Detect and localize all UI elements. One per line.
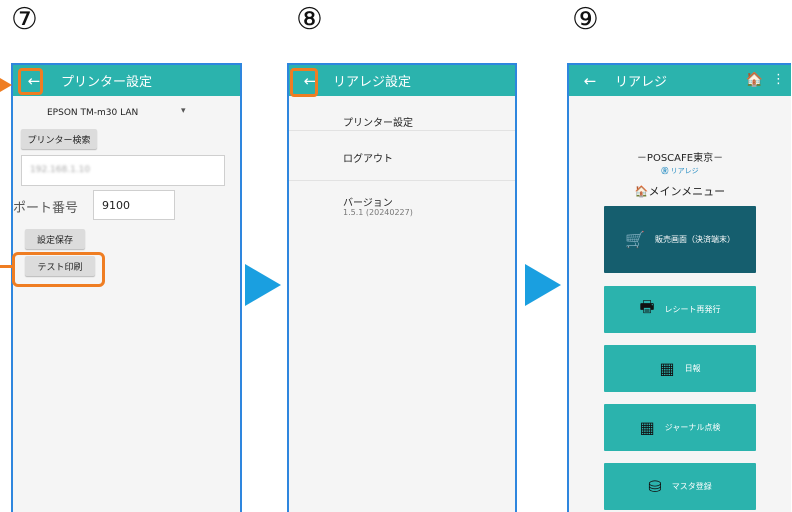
- phone-screen-printer-settings: ← プリンター設定 EPSON TM-m30 LAN ▾ プリンター検索 192…: [11, 63, 242, 512]
- cart-icon: 🛒: [625, 230, 645, 249]
- page-title: リアレジ設定: [333, 75, 412, 90]
- ip-address-value: 192.168.1.10: [30, 165, 91, 175]
- step-number-8: ⑧: [296, 2, 323, 37]
- button-label: 日報: [684, 364, 701, 373]
- port-input[interactable]: 9100: [93, 190, 175, 220]
- settings-panel: EPSON TM-m30 LAN ▾ プリンター検索 192.168.1.10 …: [13, 96, 240, 512]
- app-bar: ← リアレジ設定: [289, 65, 515, 96]
- master-registration-button[interactable]: ⛁ マスタ登録: [604, 463, 756, 510]
- step-number-9: ⑨: [572, 2, 599, 37]
- menu-item-logout[interactable]: ログアウト: [289, 146, 515, 181]
- riarezi-logo: Ⓡ リアレジ: [569, 166, 791, 176]
- journal-check-button[interactable]: ▦ ジャーナル点検: [604, 404, 756, 451]
- phone-screen-register-settings: ← リアレジ設定 プリンター設定 ログアウト バージョン 1.5.1 (2024…: [287, 63, 517, 512]
- home-icon: 🏠: [634, 185, 649, 198]
- page-title: リアレジ: [615, 75, 668, 90]
- printer-search-button[interactable]: プリンター検索: [21, 129, 97, 149]
- chevron-down-icon[interactable]: ▾: [181, 106, 186, 116]
- printer-select[interactable]: EPSON TM-m30 LAN: [47, 108, 138, 118]
- pointer-arrow-icon: [0, 78, 12, 92]
- port-label: ポート番号: [13, 201, 79, 216]
- app-bar: ← リアレジ 🏠 ⋮: [569, 65, 791, 96]
- logo-mark-icon: Ⓡ: [661, 167, 669, 175]
- database-icon: ⛁: [648, 477, 662, 496]
- receipt-reissue-button[interactable]: 🖶 レシート再発行: [604, 286, 756, 333]
- table-grid-icon: ▦: [639, 418, 655, 437]
- main-menu-panel: －POSCAFE東京－ Ⓡ リアレジ 🏠メインメニュー 🛒 販売画面（決済端末）…: [569, 96, 791, 512]
- settings-list-panel: プリンター設定 ログアウト バージョン 1.5.1 (20240227): [289, 96, 515, 512]
- daily-report-button[interactable]: ▦ 日報: [604, 345, 756, 392]
- button-label: マスタ登録: [671, 482, 712, 491]
- app-bar: ← プリンター設定: [13, 65, 240, 96]
- button-label: レシート再発行: [664, 305, 721, 314]
- page-title: プリンター設定: [61, 75, 153, 90]
- next-step-arrow-icon: [245, 264, 281, 306]
- step-number-7: ⑦: [11, 2, 38, 37]
- version-value: 1.5.1 (20240227): [343, 208, 413, 217]
- menu-item-printer-settings[interactable]: プリンター設定: [289, 96, 515, 131]
- next-step-arrow-icon: [525, 264, 561, 306]
- version-label: バージョン: [343, 198, 393, 209]
- button-label: 販売画面（決済端末）: [654, 235, 735, 244]
- back-arrow-icon[interactable]: ←: [581, 72, 599, 90]
- back-button-highlight: [18, 68, 43, 95]
- phone-screen-main-menu: ← リアレジ 🏠 ⋮ －POSCAFE東京－ Ⓡ リアレジ 🏠メインメニュー 🛒…: [567, 63, 791, 512]
- ip-address-input[interactable]: 192.168.1.10: [21, 155, 225, 186]
- home-icon[interactable]: 🏠: [746, 72, 763, 88]
- more-menu-icon[interactable]: ⋮: [772, 72, 785, 87]
- table-grid-icon: ▦: [659, 359, 675, 378]
- port-value: 9100: [102, 199, 130, 212]
- main-menu-title: 🏠メインメニュー: [634, 185, 726, 198]
- button-label: ジャーナル点検: [664, 423, 721, 432]
- store-name: －POSCAFE東京－: [636, 153, 724, 164]
- back-button-highlight: [290, 68, 318, 97]
- menu-item-label: ログアウト: [343, 154, 393, 165]
- menu-item-label: プリンター設定: [343, 118, 413, 129]
- printer-icon: 🖶: [639, 297, 655, 316]
- test-print-highlight: [12, 252, 105, 287]
- save-settings-button[interactable]: 設定保存: [25, 229, 85, 249]
- sales-screen-button[interactable]: 🛒 販売画面（決済端末）: [604, 206, 756, 273]
- logo-text: リアレジ: [670, 167, 699, 175]
